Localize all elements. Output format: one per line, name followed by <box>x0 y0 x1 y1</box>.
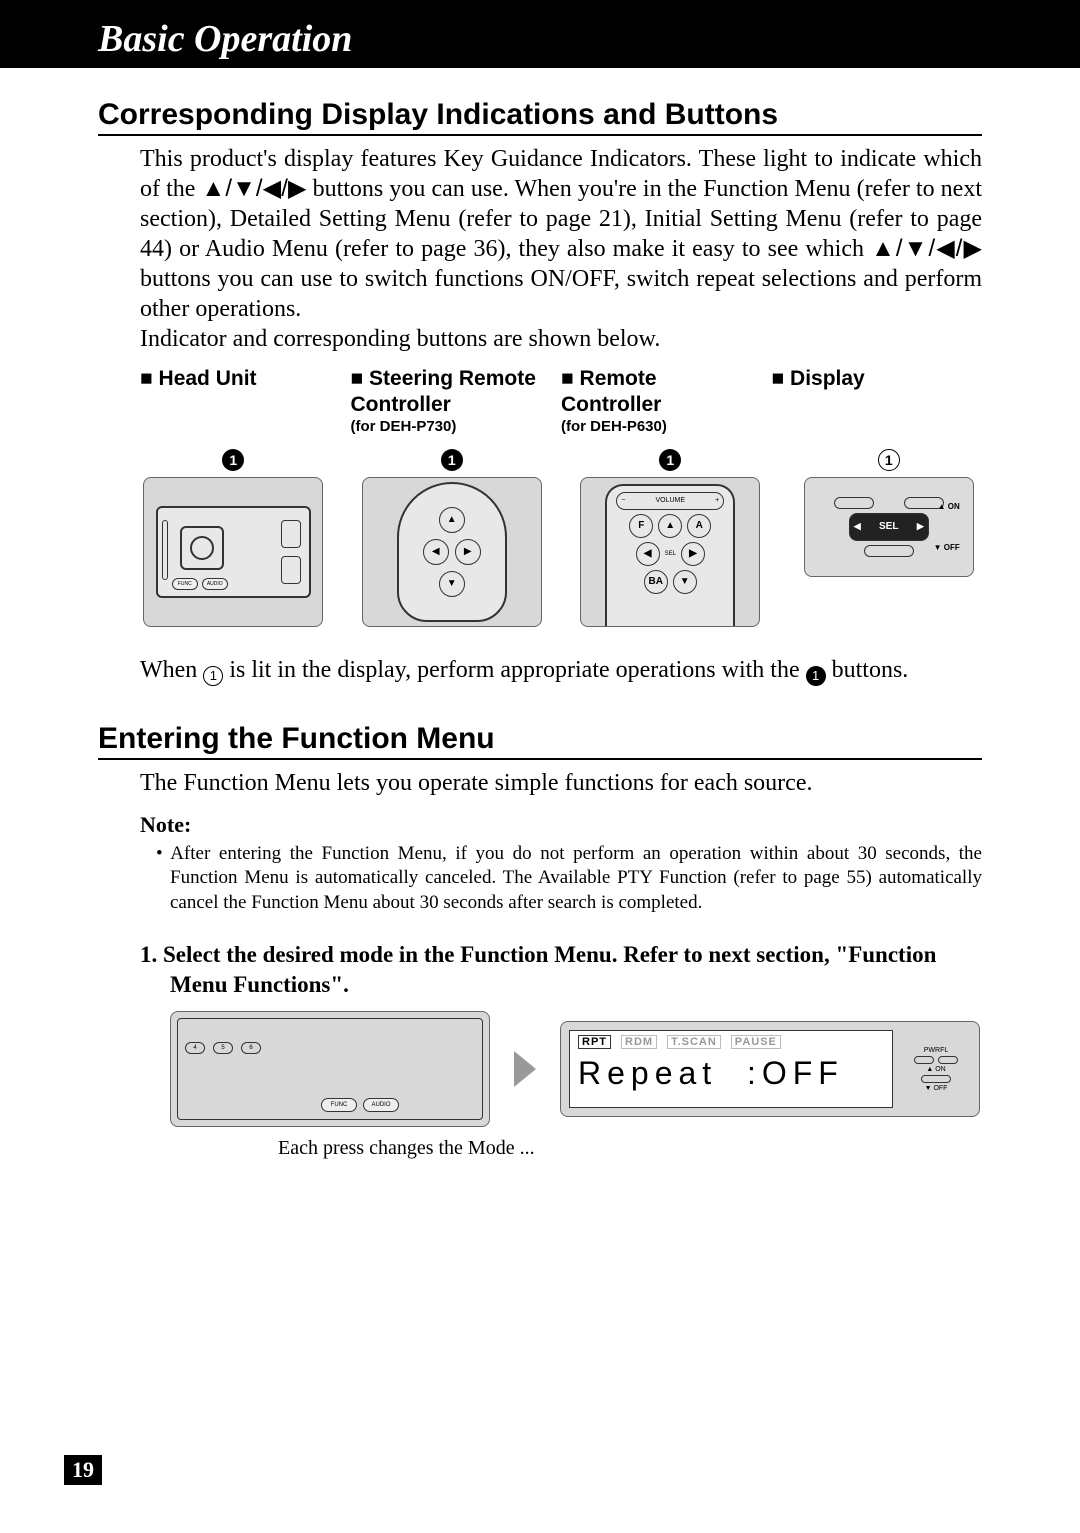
step-1: 1. Select the desired mode in the Functi… <box>98 940 982 1000</box>
section1-para2: Indicator and corresponding buttons are … <box>98 324 982 354</box>
badge-1-solid-2: 1 <box>441 449 463 471</box>
title-bar: Basic Operation <box>0 10 1080 68</box>
rdm-tab: RDM <box>621 1035 657 1049</box>
sel-label: SEL <box>665 551 676 557</box>
right-icon: ▶ <box>455 539 481 565</box>
note-bullet: • After entering the Function Menu, if y… <box>98 842 982 916</box>
audio-button-icon: AUDIO <box>363 1098 399 1112</box>
right-icon: ▶ <box>681 542 705 566</box>
sel-chip-icon: ◀ SEL ▶ ▲ ON ▼ OFF <box>849 513 929 541</box>
page-title: Basic Operation <box>98 17 352 61</box>
col2-title: Steering RemoteController <box>351 367 536 416</box>
left-icon: ◀ <box>636 542 660 566</box>
joystick-icon <box>180 526 224 570</box>
up-icon: ▲ <box>439 507 465 533</box>
display-readout-diagram: RPT RDM T.SCAN PAUSE Repeat :OFF PWRFL ▲… <box>560 1021 980 1117</box>
pwrfl-label: PWRFL <box>924 1047 949 1054</box>
step1-figure-row: 4 5 6 FUNC AUDIO RPT RDM T.SCAN PAUSE Re… <box>98 1011 982 1127</box>
head-unit-closeup-diagram: 4 5 6 FUNC AUDIO <box>170 1011 490 1127</box>
left-icon: ◀ <box>423 539 449 565</box>
section2-heading: Entering the Function Menu <box>98 722 982 760</box>
lcd-main-left: Repeat <box>578 1055 717 1091</box>
section1-footer: When 1 is lit in the display, perform ap… <box>98 655 982 686</box>
steering-remote-diagram: ▲ ◀ ▶ ▼ <box>362 477 542 627</box>
lcd-main-right: :OFF <box>747 1055 844 1091</box>
inline-badge-solid: 1 <box>806 666 826 686</box>
f-button-icon: F <box>629 514 653 538</box>
head-unit-diagram: FUNC AUDIO <box>143 477 323 627</box>
arrow-buttons-glyph: ▲/▼/◀/▶ <box>201 175 306 202</box>
a-button-icon: A <box>687 514 711 538</box>
volume-label: VOLUME <box>655 497 685 504</box>
col4-title: Display <box>790 367 865 390</box>
section1-para1: This product's display features Key Guid… <box>98 144 982 324</box>
rpt-tab: RPT <box>578 1035 611 1049</box>
note-label: Note: <box>98 812 982 838</box>
audio-button-icon: AUDIO <box>202 578 228 590</box>
arrow-buttons-glyph-2: ▲/▼/◀/▶ <box>871 235 982 262</box>
down-icon: ▼ <box>673 570 697 594</box>
remote-controller-diagram: −VOLUME+ F ▲ A ◀ SEL ▶ BA ▼ <box>580 477 760 627</box>
badge-1-solid-3: 1 <box>659 449 681 471</box>
page-number: 19 <box>64 1455 102 1485</box>
func-button-icon: FUNC <box>321 1098 357 1112</box>
display-diagram: ◀ SEL ▶ ▲ ON ▼ OFF <box>804 477 974 577</box>
triangle-icon <box>514 1051 536 1087</box>
up-icon: ▲ <box>658 514 682 538</box>
device-illustration-row: 1 FUNC AUDIO 1 ▲ ◀ ▶ <box>98 449 982 627</box>
section1-heading: Corresponding Display Indications and Bu… <box>98 98 982 136</box>
section2-para: The Function Menu lets you operate simpl… <box>98 768 982 798</box>
col1-title: Head Unit <box>159 367 257 390</box>
col3-sub: (for DEH-P630) <box>561 418 772 435</box>
pause-tab: PAUSE <box>731 1035 781 1049</box>
inline-badge-hollow: 1 <box>203 666 223 686</box>
sfeq-button-icon <box>281 520 301 548</box>
tscan-tab: T.SCAN <box>667 1035 721 1049</box>
step1-caption: Each press changes the Mode ... <box>98 1137 982 1160</box>
ba-button-icon: BA <box>644 570 668 594</box>
func-button-icon: FUNC <box>172 578 198 590</box>
down-icon: ▼ <box>439 571 465 597</box>
badge-1-hollow: 1 <box>878 449 900 471</box>
badge-1-solid: 1 <box>222 449 244 471</box>
device-column-headers: ■ Head Unit ■ Steering RemoteController … <box>98 366 982 435</box>
col2-sub: (for DEH-P730) <box>351 418 562 435</box>
